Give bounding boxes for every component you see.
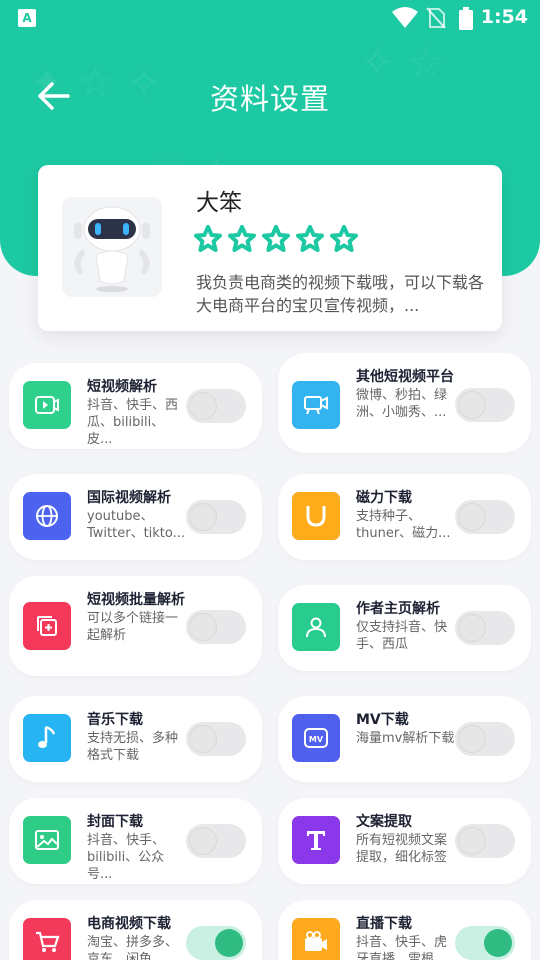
- feature-card-other-platforms: 其他短视频平台 微博、秒拍、绿洲、小咖秀、...: [278, 353, 531, 453]
- feature-card-video-parse: 短视频解析 抖音、快手、西瓜、bilibili、皮...: [9, 363, 262, 449]
- feature-toggle[interactable]: [455, 611, 515, 645]
- feature-description: 抖音、快手、虎牙直播、雪根...: [356, 935, 448, 960]
- feature-card-batch-parse: 短视频批量解析 可以多个链接一起解析: [9, 576, 262, 676]
- feature-title: 电商视频下载: [87, 916, 171, 932]
- feature-description: 所有短视频文案提取，细化标签: [356, 833, 448, 865]
- feature-toggle[interactable]: [186, 926, 246, 960]
- feature-toggle[interactable]: [186, 610, 246, 644]
- svg-text:MV: MV: [309, 735, 324, 744]
- wifi-icon: [392, 7, 418, 28]
- feature-toggle[interactable]: [455, 926, 515, 960]
- feature-card-mv: MV MV下载 海量mv解析下载: [278, 696, 531, 782]
- feature-title: 直播下载: [356, 916, 412, 932]
- rating-stars: [194, 225, 358, 253]
- feature-card-cover: 封面下载 抖音、快手、bilibili、公众号...: [9, 798, 262, 884]
- feature-description: 微博、秒拍、绿洲、小咖秀、...: [356, 388, 448, 420]
- feature-card-copy-extract: 文案提取 所有短视频文案提取，细化标签: [278, 798, 531, 884]
- feature-title: 封面下载: [87, 814, 143, 830]
- feature-toggle[interactable]: [455, 500, 515, 534]
- video-play-icon: [23, 381, 71, 429]
- feature-toggle[interactable]: [455, 722, 515, 756]
- feature-description: 抖音、快手、西瓜、bilibili、皮...: [87, 398, 179, 447]
- feature-title: 国际视频解析: [87, 490, 171, 506]
- robot-avatar: [62, 197, 162, 297]
- camera-icon: [292, 381, 340, 429]
- app-notification-icon: A: [18, 9, 36, 27]
- star-icon: [330, 225, 358, 252]
- feature-title: 作者主页解析: [356, 601, 440, 617]
- feature-description: 仅支持抖音、快手、西瓜: [356, 620, 448, 652]
- mv-icon: MV: [292, 714, 340, 762]
- feature-title: 短视频解析: [87, 379, 157, 395]
- user-icon: [292, 603, 340, 651]
- feature-card-live: 直播下载 抖音、快手、虎牙直播、雪根...: [278, 900, 531, 960]
- feature-card-music: 音乐下载 支持无损、多种格式下载: [9, 696, 262, 782]
- live-video-icon: [292, 918, 340, 960]
- feature-title: 文案提取: [356, 814, 412, 830]
- feature-toggle[interactable]: [186, 389, 246, 423]
- image-icon: [23, 816, 71, 864]
- feature-description: youtube、Twitter、tikto...: [87, 509, 186, 541]
- feature-toggle[interactable]: [455, 824, 515, 858]
- globe-icon: [23, 492, 71, 540]
- text-icon: [292, 816, 340, 864]
- batch-add-icon: [23, 602, 71, 650]
- magnet-icon: [292, 492, 340, 540]
- feature-toggle[interactable]: [186, 500, 246, 534]
- feature-title: 短视频批量解析: [87, 592, 185, 608]
- no-sim-icon: [426, 7, 446, 29]
- feature-description: 淘宝、拼多多、京东、闲鱼...: [87, 935, 179, 960]
- clock: 1:54: [480, 6, 528, 28]
- feature-toggle[interactable]: [186, 824, 246, 858]
- feature-card-international: 国际视频解析 youtube、Twitter、tikto...: [9, 474, 262, 560]
- feature-toggle[interactable]: [455, 388, 515, 422]
- feature-title: 其他短视频平台: [356, 369, 454, 385]
- cart-icon: [23, 918, 71, 960]
- page-title: 资料设置: [209, 82, 330, 116]
- star-icon: [296, 225, 324, 252]
- feature-title: MV下载: [356, 712, 409, 728]
- feature-title: 音乐下载: [87, 712, 143, 728]
- feature-description: 海量mv解析下载: [356, 731, 455, 746]
- feature-description: 可以多个链接一起解析: [87, 611, 179, 643]
- bot-name: 大笨: [196, 190, 242, 216]
- music-note-icon: [23, 714, 71, 762]
- battery-icon: [459, 7, 473, 30]
- feature-card-author-page: 作者主页解析 仅支持抖音、快手、西瓜: [278, 585, 531, 671]
- bot-description: 我负责电商类的视频下载哦，可以下载各大电商平台的宝贝宣传视频，...: [196, 273, 485, 315]
- robot-icon: [74, 206, 150, 292]
- status-bar: A 1:54: [0, 0, 540, 36]
- feature-card-magnet: 磁力下载 支持种子、thuner、磁力...: [278, 474, 531, 560]
- feature-title: 磁力下载: [356, 490, 412, 506]
- feature-card-ecommerce: 电商视频下载 淘宝、拼多多、京东、闲鱼...: [9, 900, 262, 960]
- star-icon: [194, 225, 222, 252]
- star-icon: [262, 225, 290, 252]
- feature-description: 抖音、快手、bilibili、公众号...: [87, 833, 166, 882]
- star-icon: [228, 225, 256, 252]
- feature-description: 支持种子、thuner、磁力...: [356, 509, 451, 541]
- profile-card: 大笨 我负责电商类的视频下载哦，可以下载各大电商平台的宝贝宣传视频，...: [38, 165, 502, 331]
- feature-description: 支持无损、多种格式下载: [87, 731, 179, 763]
- feature-toggle[interactable]: [186, 722, 246, 756]
